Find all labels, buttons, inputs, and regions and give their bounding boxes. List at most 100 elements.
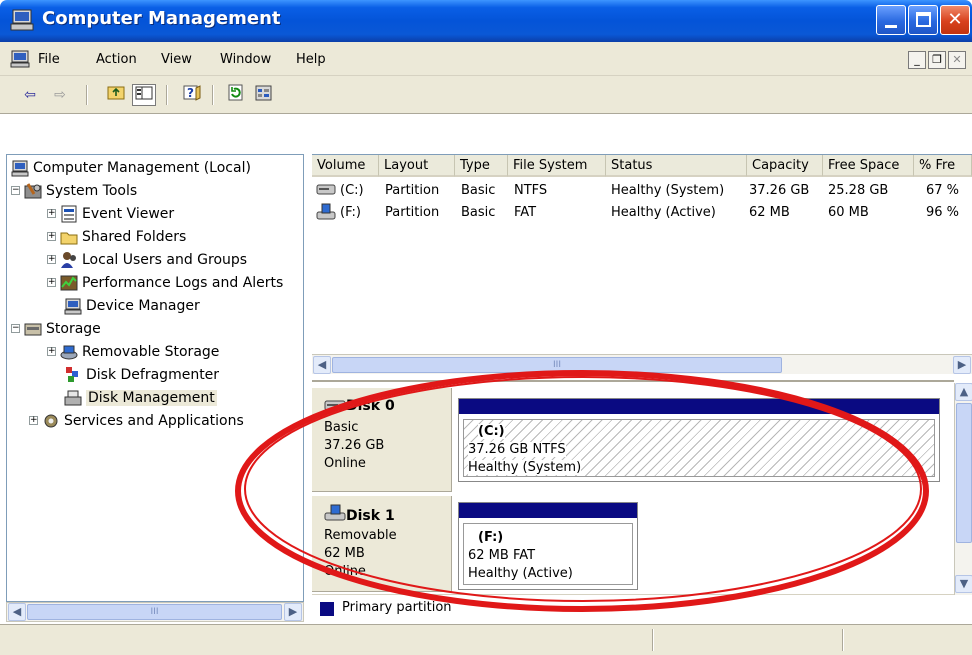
tree-label: Removable Storage (82, 343, 220, 360)
mdi-restore-button[interactable]: ❐ (928, 51, 946, 69)
status-pane-divider (842, 629, 844, 651)
shared-folder-icon (60, 228, 78, 246)
system-tools-icon (24, 182, 42, 200)
col-header-percent-free[interactable]: % Fre (914, 155, 972, 177)
menu-window[interactable]: Window (220, 52, 271, 67)
col-header-layout[interactable]: Layout (379, 155, 455, 177)
tree-label: Services and Applications (64, 412, 244, 429)
tree-node-disk-defragmenter[interactable]: Disk Defragmenter (64, 363, 219, 386)
tree-node-local-users[interactable]: + Local Users and Groups (47, 248, 247, 271)
cell-filesystem: NTFS (514, 183, 548, 198)
col-header-status[interactable]: Status (606, 155, 747, 177)
menu-view[interactable]: View (161, 52, 192, 67)
tree-label: Performance Logs and Alerts (82, 274, 284, 291)
tree-node-storage[interactable]: − Storage (11, 317, 101, 340)
computer-icon (11, 159, 29, 177)
storage-icon (24, 320, 42, 338)
collapse-icon[interactable]: − (11, 324, 20, 333)
volume-list[interactable]: Volume Layout Type File System Status Ca… (312, 154, 972, 377)
cell-layout: Partition (385, 205, 440, 220)
tree-node-device-manager[interactable]: Device Manager (64, 294, 200, 317)
tree-node-perf-logs[interactable]: + Performance Logs and Alerts (47, 271, 283, 294)
status-pane-divider (652, 629, 654, 651)
tree-node-event-viewer[interactable]: + Event Viewer (47, 202, 174, 225)
services-icon (42, 412, 60, 430)
mdi-minimize-button[interactable]: _ (908, 51, 926, 69)
scroll-left-icon[interactable]: ◀ (8, 603, 26, 621)
drive-icon (316, 182, 336, 200)
forward-arrow-icon[interactable]: ⇨ (48, 84, 72, 106)
cell-capacity: 37.26 GB (749, 183, 810, 198)
mdi-close-button[interactable]: ✕ (948, 51, 966, 69)
tree-label: Disk Management (86, 389, 217, 406)
expand-icon[interactable]: + (47, 278, 56, 287)
properties-icon[interactable] (252, 84, 276, 106)
tree-node-services-apps[interactable]: + Services and Applications (29, 409, 244, 432)
back-arrow-icon[interactable]: ⇦ (18, 84, 42, 106)
users-icon (60, 251, 78, 269)
removable-drive-icon (316, 203, 336, 225)
col-header-type[interactable]: Type (455, 155, 508, 177)
svg-text:?: ? (187, 86, 194, 100)
up-folder-icon[interactable] (104, 84, 128, 106)
annotation-ellipse (235, 370, 929, 612)
show-hide-tree-icon[interactable] (132, 84, 156, 106)
device-manager-icon (64, 297, 82, 315)
minimize-button[interactable] (876, 5, 906, 35)
help-icon[interactable]: ? (180, 84, 204, 106)
disk-pane-vertical-scrollbar[interactable]: ▲ ▼ (954, 383, 972, 595)
tree-label: Computer Management (Local) (33, 159, 251, 176)
menu-help[interactable]: Help (296, 52, 326, 67)
table-row[interactable]: (F:) Partition Basic FAT Healthy (Active… (312, 203, 972, 225)
tree-label: Shared Folders (82, 228, 187, 245)
cell-capacity: 62 MB (749, 205, 790, 220)
expand-icon[interactable]: + (29, 416, 38, 425)
toolbar-separator (212, 85, 214, 105)
toolbar-separator (166, 85, 168, 105)
tree-label: Event Viewer (82, 205, 175, 222)
col-header-volume[interactable]: Volume (312, 155, 379, 177)
expand-icon[interactable]: + (47, 347, 56, 356)
scroll-up-icon[interactable]: ▲ (955, 383, 972, 401)
tree-node-removable-storage[interactable]: + Removable Storage (47, 340, 219, 363)
maximize-button[interactable] (908, 5, 938, 35)
close-button[interactable]: ✕ (940, 5, 970, 35)
scroll-right-icon[interactable]: ▶ (953, 356, 971, 374)
cell-free-space: 25.28 GB (828, 183, 889, 198)
event-viewer-icon (60, 205, 78, 223)
menu-action[interactable]: Action (96, 52, 137, 67)
expand-icon[interactable]: + (47, 209, 56, 218)
removable-storage-icon (60, 343, 78, 361)
tree-node-system-tools[interactable]: − System Tools (11, 179, 137, 202)
window-title: Computer Management (42, 8, 281, 29)
toolbar: ⇦ ⇨ ? (0, 76, 972, 114)
title-bar[interactable]: Computer Management ✕ (0, 0, 972, 42)
scroll-thumb[interactable] (956, 403, 972, 543)
cell-percent-free: 96 % (926, 205, 960, 220)
collapse-icon[interactable]: − (11, 186, 20, 195)
expand-icon[interactable]: + (47, 232, 56, 241)
cell-layout: Partition (385, 183, 440, 198)
status-bar (0, 624, 972, 655)
tree-node-shared-folders[interactable]: + Shared Folders (47, 225, 186, 248)
tree-label: Local Users and Groups (82, 251, 248, 268)
col-header-filesystem[interactable]: File System (508, 155, 606, 177)
performance-logs-icon (60, 274, 78, 292)
table-row[interactable]: (C:) Partition Basic NTFS Healthy (Syste… (312, 181, 972, 203)
tree-label: System Tools (46, 182, 138, 199)
cell-percent-free: 67 % (926, 183, 960, 198)
refresh-icon[interactable] (224, 84, 248, 106)
tree-node-disk-management[interactable]: Disk Management (64, 386, 217, 409)
expand-icon[interactable]: + (47, 255, 56, 264)
scroll-down-icon[interactable]: ▼ (955, 575, 972, 593)
toolbar-separator (86, 85, 88, 105)
app-icon (10, 9, 34, 31)
cell-status: Healthy (Active) (611, 205, 716, 220)
tree-node-root[interactable]: Computer Management (Local) (11, 156, 251, 179)
col-header-free-space[interactable]: Free Space (823, 155, 914, 177)
cell-status: Healthy (System) (611, 183, 725, 198)
menu-file[interactable]: File (38, 52, 60, 67)
col-header-capacity[interactable]: Capacity (747, 155, 823, 177)
menu-bar: File Action View Window Help _ ❐ ✕ (0, 42, 972, 76)
tree-label: Disk Defragmenter (86, 366, 220, 383)
